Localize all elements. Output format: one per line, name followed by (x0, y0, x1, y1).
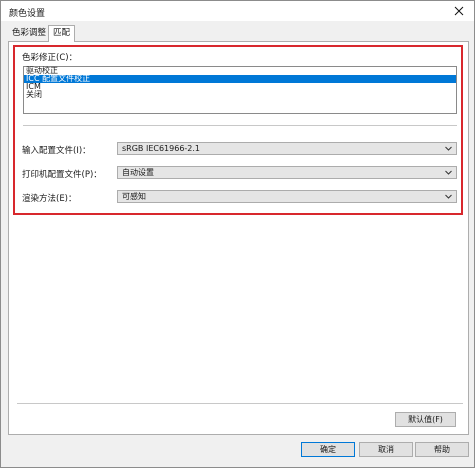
close-button[interactable] (444, 1, 474, 21)
help-button[interactable]: 帮助 (415, 442, 469, 457)
color-settings-dialog: 颜色设置 色彩调整 匹配 色彩修正(C)： 驱动校正 ICC 配置文件校正 IC… (0, 0, 475, 468)
tab-matching[interactable]: 匹配 (48, 25, 75, 42)
printer-profile-dropdown[interactable]: 自动设置 (117, 166, 457, 179)
chevron-down-icon (445, 194, 452, 199)
color-correction-label: 色彩修正(C)： (22, 53, 78, 63)
chevron-down-icon (445, 170, 452, 175)
chevron-down-icon (445, 146, 452, 151)
ok-button[interactable]: 确定 (301, 442, 355, 457)
list-item[interactable]: 关闭 (24, 91, 456, 99)
rendering-intent-label: 渲染方法(E)： (22, 194, 77, 204)
rendering-intent-value: 可感知 (122, 192, 146, 201)
defaults-button[interactable]: 默认值(F) (395, 412, 456, 427)
color-correction-listbox[interactable]: 驱动校正 ICC 配置文件校正 ICM 关闭 (23, 66, 457, 114)
list-item-selected[interactable]: ICC 配置文件校正 (24, 75, 456, 83)
printer-profile-label: 打印机配置文件(P)： (22, 170, 102, 180)
cancel-button[interactable]: 取消 (359, 442, 413, 457)
window-title: 颜色设置 (9, 9, 46, 19)
list-item[interactable]: ICM (24, 83, 456, 91)
input-profile-label: 输入配置文件(I)： (22, 146, 91, 156)
input-profile-value: sRGB IEC61966-2.1 (122, 144, 201, 153)
highlight-frame: 色彩修正(C)： 驱动校正 ICC 配置文件校正 ICM 关闭 输入配置文件(I… (13, 45, 463, 215)
rendering-intent-dropdown[interactable]: 可感知 (117, 190, 457, 203)
matching-panel: 色彩修正(C)： 驱动校正 ICC 配置文件校正 ICM 关闭 输入配置文件(I… (8, 41, 469, 435)
tab-color-adjustment[interactable]: 色彩调整 (8, 27, 50, 41)
title-bar: 颜色设置 (1, 1, 474, 21)
panel-divider (17, 403, 463, 404)
section-divider (23, 125, 457, 126)
printer-profile-value: 自动设置 (122, 168, 154, 177)
close-icon (454, 6, 464, 16)
input-profile-dropdown[interactable]: sRGB IEC61966-2.1 (117, 142, 457, 155)
